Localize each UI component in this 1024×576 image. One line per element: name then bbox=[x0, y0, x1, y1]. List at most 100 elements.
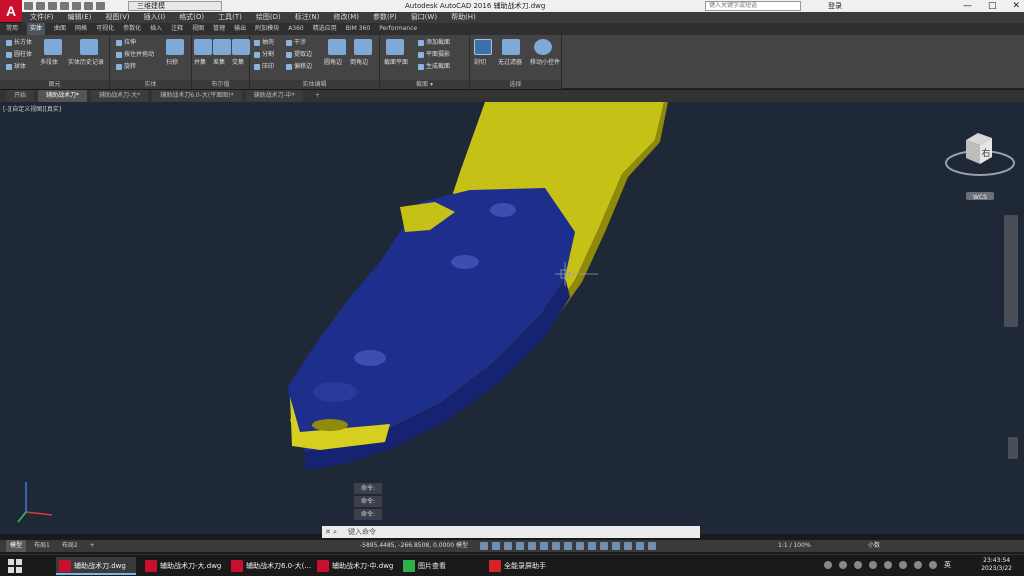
search-input[interactable]: 键入关键字或短语 bbox=[705, 1, 801, 11]
autocad-logo-icon[interactable]: A bbox=[0, 0, 22, 22]
tray-icon[interactable] bbox=[824, 561, 832, 569]
taskbar-item-autocad[interactable]: 辅助战术刀6.0-大(... bbox=[228, 557, 311, 575]
tab-mesh[interactable]: 网格 bbox=[75, 23, 87, 35]
tab-addins[interactable]: 附加模块 bbox=[255, 23, 279, 35]
tab-annotate[interactable]: 注释 bbox=[171, 23, 183, 35]
menu-view[interactable]: 视图(V) bbox=[105, 12, 129, 23]
close-button[interactable]: ✕ bbox=[1012, 0, 1020, 12]
generate-section-button[interactable]: 生成截面 bbox=[418, 63, 450, 70]
taskbar-item-recorder[interactable]: 全能录屏助手 bbox=[486, 557, 568, 575]
open-icon[interactable] bbox=[36, 2, 45, 10]
menu-draw[interactable]: 绘图(D) bbox=[256, 12, 281, 23]
box-button[interactable]: 长方体 bbox=[6, 39, 32, 46]
tab-view[interactable]: 视图 bbox=[192, 23, 204, 35]
new-icon[interactable] bbox=[24, 2, 33, 10]
tray-icon[interactable] bbox=[839, 561, 847, 569]
tray-icon[interactable] bbox=[899, 561, 907, 569]
viewcube[interactable]: 右 WCS bbox=[940, 128, 1020, 208]
save-icon[interactable] bbox=[48, 2, 57, 10]
sphere-button[interactable]: 球体 bbox=[6, 63, 26, 70]
knife-3d-model[interactable] bbox=[0, 102, 1024, 534]
no-filter-icon[interactable] bbox=[502, 39, 520, 55]
tab-insert[interactable]: 插入 bbox=[150, 23, 162, 35]
revolve-button[interactable]: 旋转 bbox=[116, 63, 136, 70]
network-icon[interactable] bbox=[914, 561, 922, 569]
taskbar-item-autocad[interactable]: 辅助战术刀-中.dwg bbox=[314, 557, 396, 575]
doc-tab[interactable]: 辅助战术刀-中* bbox=[245, 90, 303, 102]
undo-icon[interactable] bbox=[84, 2, 93, 10]
drawing-viewport[interactable] bbox=[0, 102, 1024, 534]
polar-icon[interactable] bbox=[516, 542, 524, 550]
tab-performance[interactable]: Performance bbox=[379, 23, 417, 35]
tab-home[interactable]: 常用 bbox=[6, 23, 18, 35]
tab-manage[interactable]: 管理 bbox=[213, 23, 225, 35]
doc-tab[interactable]: 辅助战术刀-大* bbox=[91, 90, 149, 102]
flatshot-button[interactable]: 平面摄影 bbox=[418, 51, 450, 58]
handle-hole[interactable] bbox=[354, 350, 386, 366]
interfere-button[interactable]: 干涉 bbox=[286, 39, 306, 46]
tab-output[interactable]: 输出 bbox=[234, 23, 246, 35]
workspace-select[interactable]: 三维建模 bbox=[128, 1, 222, 11]
chamfer-edge-icon[interactable] bbox=[354, 39, 372, 55]
tab-layout2[interactable]: 布局2 bbox=[58, 540, 82, 552]
intersect-icon[interactable] bbox=[232, 39, 250, 55]
taskbar-clock[interactable]: 23:43:54 2023/3/22 bbox=[981, 557, 1012, 573]
cylinder-button[interactable]: 圆柱体 bbox=[6, 51, 32, 58]
navigation-bar-toggle[interactable] bbox=[1008, 437, 1018, 459]
doc-tab[interactable]: 辅助战术刀6.0-大(平面图)* bbox=[152, 90, 242, 102]
menu-format[interactable]: 格式(O) bbox=[179, 12, 204, 23]
solid-history-icon[interactable] bbox=[80, 39, 98, 55]
tab-surface[interactable]: 曲面 bbox=[54, 23, 66, 35]
gizmo-icon[interactable] bbox=[624, 542, 632, 550]
handle-hole[interactable] bbox=[313, 382, 357, 402]
new-tab-button[interactable]: + bbox=[307, 90, 328, 102]
culling-icon[interactable] bbox=[474, 39, 492, 55]
annotation-visibility-icon[interactable] bbox=[636, 542, 644, 550]
doc-tab-active[interactable]: 辅助战术刀* bbox=[38, 90, 88, 102]
tray-icon[interactable] bbox=[854, 561, 862, 569]
command-line[interactable]: ✕ ⌕ 键入命令 bbox=[322, 526, 700, 538]
extrude-button[interactable]: 拉伸 bbox=[116, 39, 136, 46]
shell-button[interactable]: 抽壳 bbox=[254, 39, 274, 46]
fillet-edge-icon[interactable] bbox=[328, 39, 346, 55]
navigation-bar[interactable] bbox=[1004, 215, 1018, 327]
minimize-button[interactable]: — bbox=[963, 0, 972, 12]
volume-icon[interactable] bbox=[929, 561, 937, 569]
menu-dimension[interactable]: 标注(N) bbox=[295, 12, 320, 23]
command-input[interactable]: 键入命令 bbox=[348, 528, 376, 536]
otrack-icon[interactable] bbox=[540, 542, 548, 550]
windows-start-icon[interactable] bbox=[8, 559, 22, 573]
units-select[interactable]: 小数 bbox=[868, 540, 880, 552]
slice-button[interactable]: 分割 bbox=[254, 51, 274, 58]
login-button[interactable]: 登录 bbox=[828, 0, 842, 12]
extract-edges-button[interactable]: 提取边 bbox=[286, 51, 312, 58]
viewport-controls-label[interactable]: [-][自定义视图][真实] bbox=[3, 104, 61, 113]
polysolid-icon[interactable] bbox=[44, 39, 62, 55]
move-gizmo-icon[interactable] bbox=[534, 39, 552, 55]
dynamic-ucs-icon[interactable] bbox=[600, 542, 608, 550]
annotation-scale[interactable]: 1:1 / 100% bbox=[778, 540, 811, 552]
tail-hole[interactable] bbox=[312, 419, 348, 431]
tab-a360[interactable]: A360 bbox=[288, 23, 304, 35]
offset-edge-button[interactable]: 偏移边 bbox=[286, 63, 312, 70]
3d-osnap-icon[interactable] bbox=[588, 542, 596, 550]
tab-featured-apps[interactable]: 精选应用 bbox=[313, 23, 337, 35]
save-as-icon[interactable] bbox=[60, 2, 69, 10]
menu-tools[interactable]: 工具(T) bbox=[218, 12, 242, 23]
tab-model[interactable]: 模型 bbox=[6, 540, 27, 552]
section-plane-icon[interactable] bbox=[386, 39, 404, 55]
doc-tab-start[interactable]: 开始 bbox=[6, 90, 35, 102]
subtract-icon[interactable] bbox=[213, 39, 231, 55]
grid-icon[interactable] bbox=[480, 542, 488, 550]
tray-icon[interactable] bbox=[869, 561, 877, 569]
close-command-icon[interactable]: ✕ ⌕ bbox=[325, 526, 337, 538]
print-icon[interactable] bbox=[72, 2, 81, 10]
taskbar-item-autocad[interactable]: 辅助战术刀-大.dwg bbox=[142, 557, 224, 575]
maximize-button[interactable]: □ bbox=[988, 0, 997, 12]
taskbar-item-autocad[interactable]: 辅助战术刀.dwg bbox=[56, 557, 136, 575]
menu-parametric[interactable]: 参数(P) bbox=[373, 12, 397, 23]
ortho-icon[interactable] bbox=[504, 542, 512, 550]
autoscale-icon[interactable] bbox=[648, 542, 656, 550]
tab-bim360[interactable]: BIM 360 bbox=[346, 23, 370, 35]
snap-icon[interactable] bbox=[492, 542, 500, 550]
